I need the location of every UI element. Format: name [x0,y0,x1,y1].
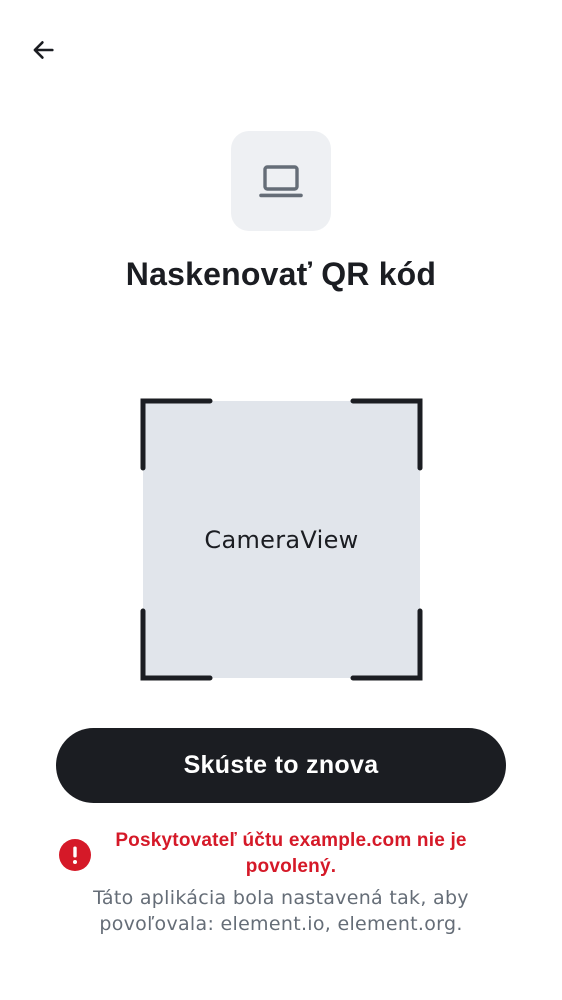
page-title: Naskenovať QR kód [125,256,437,292]
allowed-providers-info: Táto aplikácia bola nastavená tak, aby p… [56,885,506,937]
camera-view-label: CameraView [204,525,359,554]
retry-button[interactable]: Skúste to znova [56,728,506,803]
arrow-left-icon [33,41,54,59]
error-message: Poskytovateľ účtu example.com nie je pov… [104,828,478,880]
error-message-line: povolený. [245,856,337,877]
laptop-icon [259,165,303,198]
error-exclamation-icon [59,839,91,871]
camera-scanner: CameraView [140,398,423,681]
info-line: povoľovala: element.io, element.org. [99,913,463,935]
laptop-icon-tile [231,131,331,231]
error-message-line: Poskytovateľ účtu example.com nie je [115,830,467,851]
camera-view: CameraView [143,401,420,678]
info-line: Táto aplikácia bola nastavená tak, aby [93,887,469,909]
back-button[interactable] [22,29,64,71]
